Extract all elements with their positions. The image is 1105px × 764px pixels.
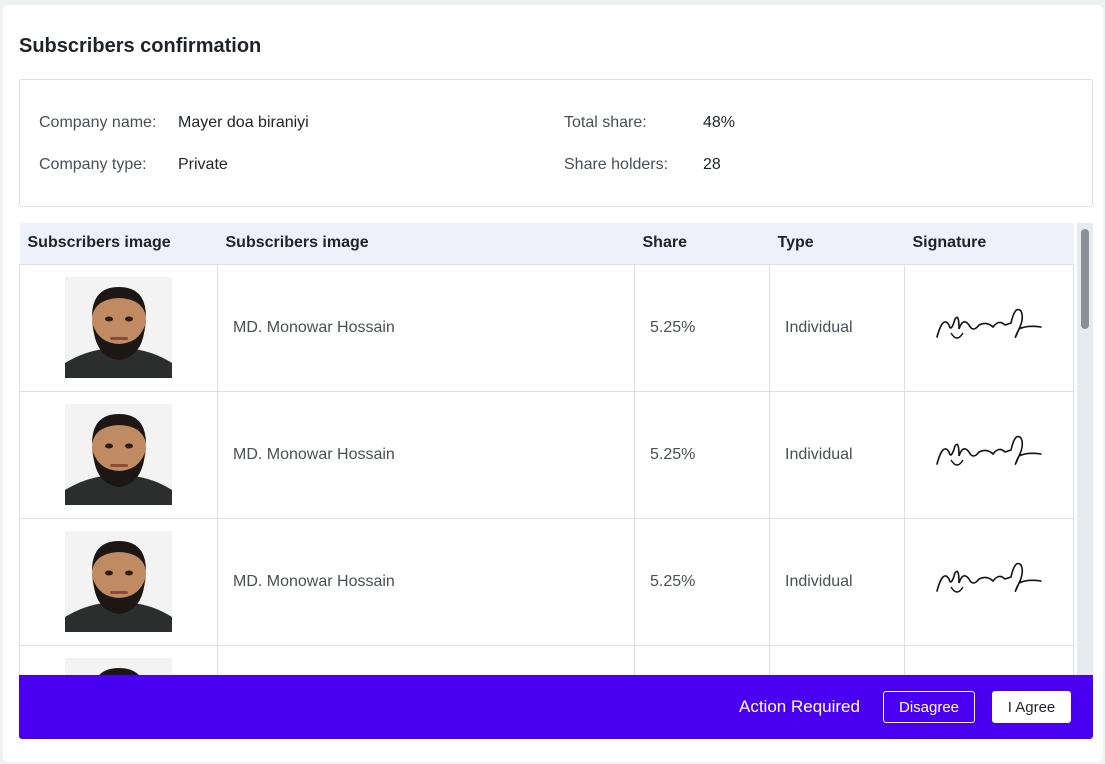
subscriber-type: Individual bbox=[769, 517, 905, 646]
total-share-label: Total share: bbox=[564, 114, 647, 131]
company-name-label: Company name: bbox=[39, 114, 157, 131]
table-row: MD. Monowar Hossain 5.25% Individual bbox=[19, 390, 1074, 519]
disagree-button[interactable]: Disagree bbox=[883, 691, 975, 723]
column-header-share: Share bbox=[634, 223, 770, 265]
company-type-label: Company type: bbox=[39, 156, 147, 173]
total-share-row: Total share: 48% bbox=[564, 114, 735, 132]
table-row: MD. Monowar Hossain 5.25% Individual bbox=[19, 517, 1074, 646]
company-info-panel: Company name: Mayer doa biraniyi Company… bbox=[19, 79, 1093, 207]
company-name-value: Mayer doa biraniyi bbox=[178, 114, 309, 131]
subscriber-name bbox=[217, 644, 635, 675]
subscriber-type: Individual bbox=[769, 263, 905, 392]
company-type-row: Company type: Private bbox=[39, 156, 228, 174]
page-title: Subscribers confirmation bbox=[19, 35, 262, 57]
subscriber-type: Individual bbox=[769, 390, 905, 519]
action-required-text: Action Required bbox=[739, 697, 860, 716]
confirmation-card: Subscribers confirmation Company name: M… bbox=[3, 5, 1103, 762]
subscriber-image-cell bbox=[19, 390, 218, 519]
subscriber-photo bbox=[65, 658, 172, 675]
agree-button[interactable]: I Agree bbox=[992, 691, 1071, 723]
total-share-value: 48% bbox=[703, 114, 736, 131]
column-header-type: Type bbox=[769, 223, 905, 265]
subscribers-table: Subscribers image Subscribers image Shar… bbox=[19, 223, 1074, 675]
subscriber-image-cell bbox=[19, 517, 218, 646]
subscriber-type bbox=[769, 644, 905, 675]
table-row bbox=[19, 644, 1074, 675]
subscriber-image-cell bbox=[19, 263, 218, 392]
subscriber-share: 5.25% bbox=[634, 263, 770, 392]
column-header-signature: Signature bbox=[904, 223, 1074, 265]
table-row: MD. Monowar Hossain 5.25% Individual bbox=[19, 263, 1074, 392]
subscriber-signature bbox=[904, 390, 1074, 519]
table-scrollbar[interactable] bbox=[1077, 223, 1093, 675]
column-header-name: Subscribers image bbox=[217, 223, 635, 265]
subscriber-signature bbox=[904, 517, 1074, 646]
subscriber-signature bbox=[904, 263, 1074, 392]
subscriber-name: MD. Monowar Hossain bbox=[217, 263, 635, 392]
subscriber-image-cell bbox=[19, 644, 218, 675]
share-holders-label: Share holders: bbox=[564, 156, 669, 173]
table-header-row: Subscribers image Subscribers image Shar… bbox=[19, 223, 1074, 265]
subscriber-photo bbox=[65, 277, 172, 378]
subscriber-share bbox=[634, 644, 770, 675]
subscriber-photo bbox=[65, 531, 172, 632]
action-bar: Action Required Disagree I Agree bbox=[19, 675, 1093, 739]
scrollbar-thumb[interactable] bbox=[1081, 229, 1089, 329]
share-holders-value: 28 bbox=[703, 156, 721, 173]
subscriber-share: 5.25% bbox=[634, 390, 770, 519]
subscriber-photo bbox=[65, 404, 172, 505]
share-holders-row: Share holders: 28 bbox=[564, 156, 721, 174]
subscriber-name: MD. Monowar Hossain bbox=[217, 517, 635, 646]
subscriber-signature bbox=[904, 644, 1074, 675]
company-type-value: Private bbox=[178, 156, 228, 173]
subscriber-share: 5.25% bbox=[634, 517, 770, 646]
company-name-row: Company name: Mayer doa biraniyi bbox=[39, 114, 309, 132]
subscribers-table-container[interactable]: Subscribers image Subscribers image Shar… bbox=[19, 223, 1093, 675]
column-header-image: Subscribers image bbox=[19, 223, 218, 265]
subscriber-name: MD. Monowar Hossain bbox=[217, 390, 635, 519]
